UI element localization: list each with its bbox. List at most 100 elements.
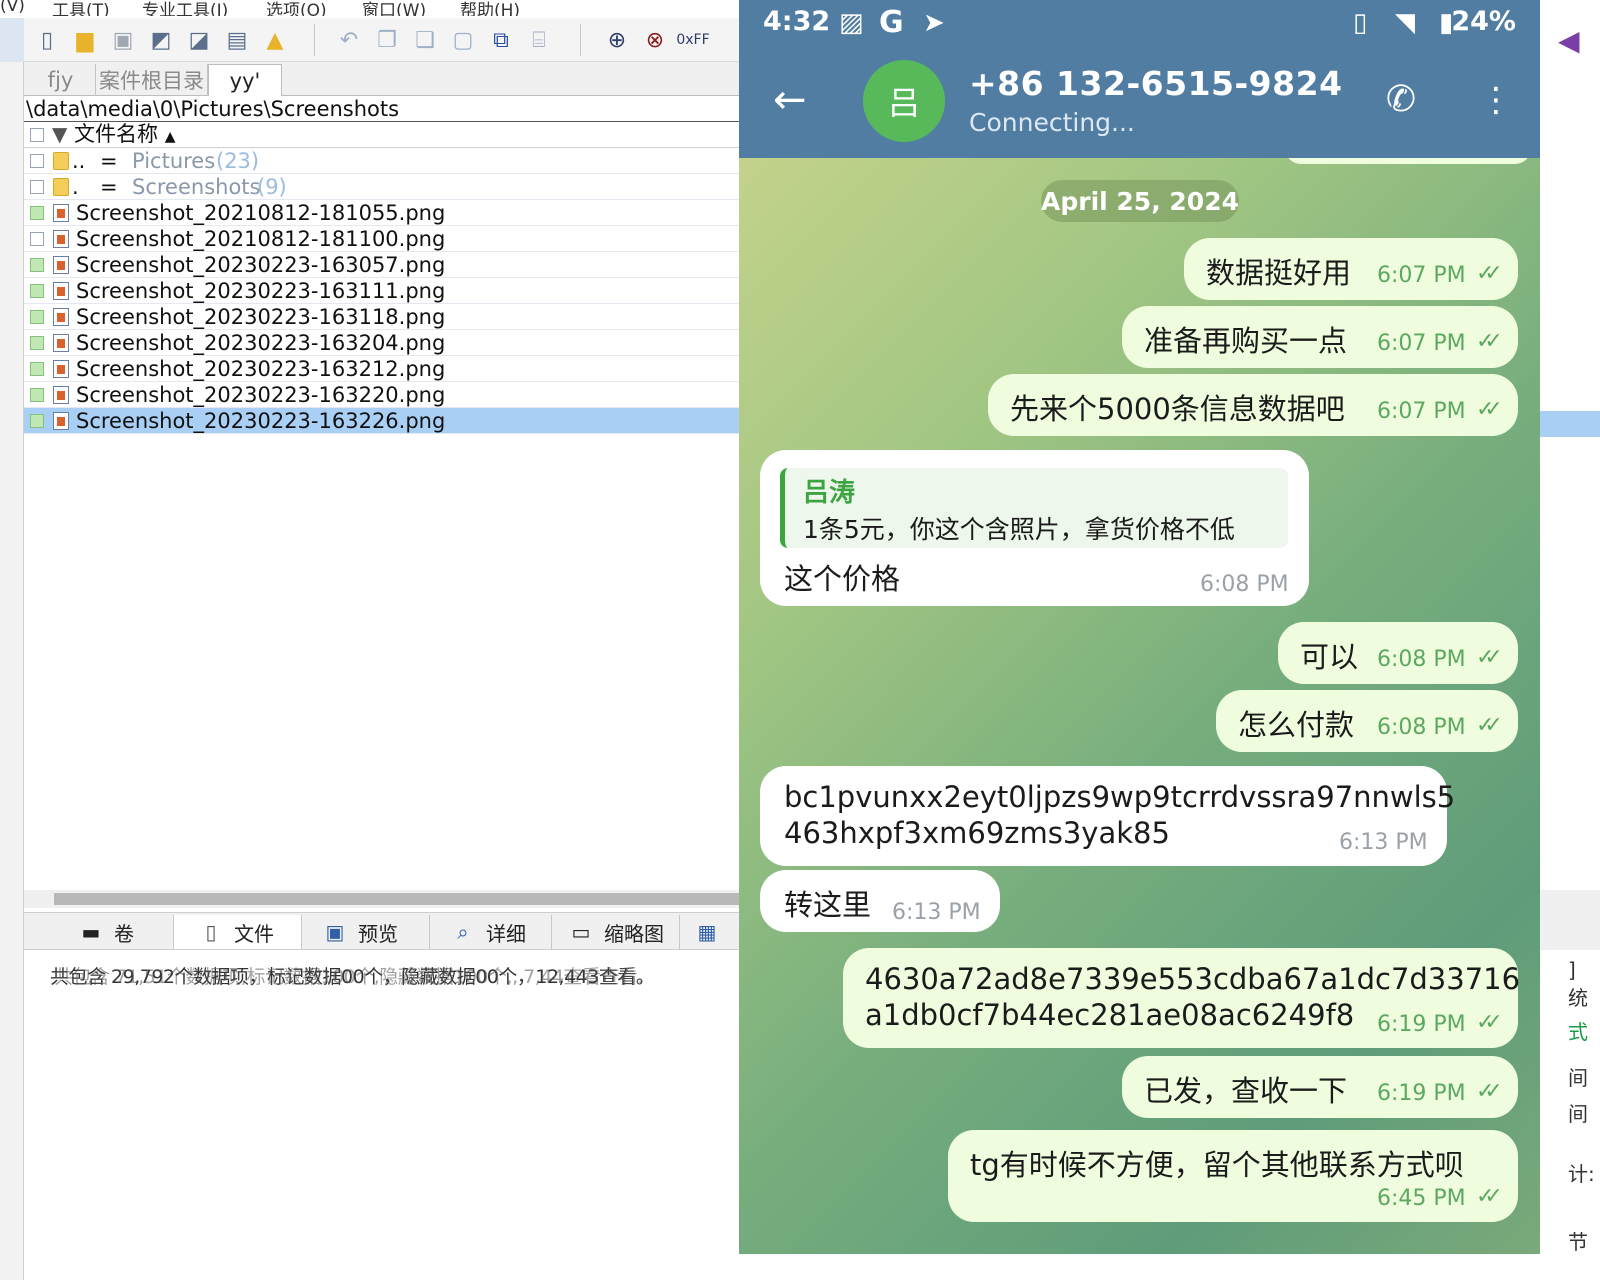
menu-view[interactable]: (V) bbox=[0, 0, 25, 16]
file-row-selected[interactable]: Screenshot_20230223-163226.png bbox=[24, 408, 754, 434]
folder-prefix: .. bbox=[72, 149, 86, 173]
undo-icon[interactable]: ↶ bbox=[334, 26, 364, 54]
row-checkbox[interactable] bbox=[30, 336, 44, 350]
row-checkbox[interactable] bbox=[30, 414, 44, 428]
menu-pro-tools[interactable]: 专业工具(I) bbox=[142, 0, 228, 16]
tab-case-root[interactable]: 案件根目录 bbox=[96, 64, 208, 96]
folder-row-current[interactable]: . = Screenshots (9) bbox=[24, 174, 754, 200]
hex-search-icon[interactable]: 0xFF bbox=[676, 26, 709, 54]
contact-name[interactable]: +86 132-6515-9824 bbox=[969, 64, 1343, 103]
file-row[interactable]: Screenshot_20230223-163118.png bbox=[24, 304, 754, 330]
phone-call-icon[interactable]: ✆ bbox=[1379, 78, 1423, 122]
folder-prefix: . bbox=[72, 175, 79, 199]
message-time: 6:07 PM bbox=[1377, 331, 1466, 356]
tab-fjy[interactable]: fjy bbox=[26, 64, 96, 96]
select-all-checkbox[interactable] bbox=[30, 128, 44, 142]
png-file-icon bbox=[53, 256, 69, 274]
tab-file[interactable]: ▯ 文件 bbox=[174, 915, 302, 949]
paste-icon[interactable]: ▢ bbox=[448, 26, 478, 54]
binary-icon[interactable]: ⌸ bbox=[524, 26, 554, 54]
file-row[interactable]: Screenshot_20230223-163220.png bbox=[24, 382, 754, 408]
file-icon: ▯ bbox=[205, 920, 217, 944]
save-icon[interactable]: ▣ bbox=[108, 26, 138, 54]
row-checkbox[interactable] bbox=[30, 362, 44, 376]
png-file-icon bbox=[53, 230, 69, 248]
open-folder-icon[interactable]: ▆ bbox=[70, 26, 100, 54]
background-window-edge: ◀ ] 统 式 间 间 计: 节 bbox=[1540, 0, 1600, 1280]
file-row[interactable]: Screenshot_20230223-163057.png bbox=[24, 252, 754, 278]
row-checkbox[interactable] bbox=[30, 284, 44, 298]
vibrate-icon: ▯ bbox=[1353, 8, 1368, 38]
bg-text-1: ] bbox=[1568, 958, 1576, 982]
file-row[interactable]: Screenshot_20210812-181055.png bbox=[24, 200, 754, 226]
message-outgoing[interactable]: 怎么付款 6:08 PM ✓✓ bbox=[1216, 690, 1518, 752]
row-checkbox[interactable] bbox=[30, 206, 44, 220]
properties-icon[interactable]: ▤ bbox=[222, 26, 252, 54]
chat-header: ← 吕 +86 132-6515-9824 Connecting... ✆ ⋮ bbox=[739, 48, 1540, 158]
message-incoming[interactable]: 转这里 6:13 PM bbox=[760, 870, 1000, 932]
row-checkbox[interactable] bbox=[30, 154, 44, 168]
read-ticks-icon: ✓✓ bbox=[1476, 329, 1503, 354]
row-checkbox[interactable] bbox=[30, 310, 44, 324]
print-icon[interactable]: ◪ bbox=[184, 26, 214, 54]
folder-name: Screenshots bbox=[132, 175, 261, 199]
message-outgoing[interactable]: tg有时候不方便，留个其他联系方式呗 6:45 PM ✓✓ bbox=[948, 1130, 1518, 1222]
tab-details[interactable]: ⌕ 详细 bbox=[430, 915, 552, 949]
search-text-icon[interactable]: ⊗ bbox=[640, 26, 670, 54]
tab-yy[interactable]: yy' bbox=[208, 64, 282, 97]
message-outgoing[interactable]: 可以 6:08 PM ✓✓ bbox=[1278, 622, 1518, 684]
menu-tools[interactable]: 工具(T) bbox=[52, 0, 110, 16]
tab-volume[interactable]: ▬ 卷 bbox=[46, 915, 174, 949]
row-checkbox[interactable] bbox=[30, 232, 44, 246]
row-checkbox[interactable] bbox=[30, 388, 44, 402]
png-file-icon bbox=[53, 282, 69, 300]
tab-file-label: 文件 bbox=[234, 921, 274, 946]
menu-window[interactable]: 窗口(W) bbox=[362, 0, 426, 16]
horizontal-scrollbar[interactable] bbox=[24, 890, 754, 908]
tab-preview[interactable]: ▣ 预览 bbox=[302, 915, 430, 949]
message-outgoing[interactable]: 4630a72ad8e7339e553cdba67a1dc7d33716 a1d… bbox=[843, 948, 1520, 1048]
tab-thumbnails[interactable]: ▭ 缩略图 bbox=[552, 915, 680, 949]
google-icon: G bbox=[879, 5, 904, 40]
chat-area[interactable]: April 25, 2024 数据挺好用 6:07 PM ✓✓ 准备再购买一点 … bbox=[739, 158, 1540, 1254]
file-row[interactable]: Screenshot_20230223-163111.png bbox=[24, 278, 754, 304]
copy-to-icon[interactable]: ❏ bbox=[410, 26, 440, 54]
file-row[interactable]: Screenshot_20230223-163204.png bbox=[24, 330, 754, 356]
new-case-icon[interactable]: ▯ bbox=[32, 26, 62, 54]
message-input-bar[interactable] bbox=[739, 1254, 1540, 1280]
row-checkbox[interactable] bbox=[30, 258, 44, 272]
message-outgoing[interactable]: 已发，查收一下 6:19 PM ✓✓ bbox=[1122, 1056, 1518, 1118]
summary-text: 共包含 29,792个数据项，标记数据00个，隐藏数据00个，12,443查看。… bbox=[50, 962, 740, 992]
menu-help[interactable]: 帮助(H) bbox=[460, 0, 520, 16]
file-row[interactable]: Screenshot_20230223-163212.png bbox=[24, 356, 754, 382]
file-row[interactable]: Screenshot_20210812-181100.png bbox=[24, 226, 754, 252]
search-icon[interactable]: ⊕ bbox=[602, 26, 632, 54]
export-icon[interactable]: ▲ bbox=[260, 26, 290, 54]
wifi-off-icon: ◥ bbox=[1395, 8, 1415, 38]
telegram-icon: ➤ bbox=[923, 8, 945, 38]
column-header-filename[interactable]: 文件名称 ▲ bbox=[74, 122, 175, 149]
message-incoming-reply[interactable]: 吕涛 1条5元，你这个含照片，拿货价格不低 这个价格 6:08 PM bbox=[760, 450, 1309, 606]
filter-icon[interactable]: ▼ bbox=[52, 122, 67, 146]
menu-options[interactable]: 选项(O) bbox=[266, 0, 327, 16]
row-checkbox[interactable] bbox=[30, 180, 44, 194]
calendar-icon: ▦ bbox=[697, 920, 717, 944]
toolbar: ▯ ▆ ▣ ◩ ◪ ▤ ▲ ↶ ❐ ❏ ▢ ⧉ ⌸ ⊕ ⊗ 0xFF bbox=[24, 18, 754, 62]
reply-quote[interactable]: 吕涛 1条5元，你这个含照片，拿货价格不低 bbox=[780, 468, 1288, 548]
message-outgoing[interactable]: 准备再购买一点 6:07 PM ✓✓ bbox=[1122, 306, 1518, 368]
message-outgoing[interactable]: 数据挺好用 6:07 PM ✓✓ bbox=[1184, 238, 1518, 300]
contact-avatar[interactable]: 吕 bbox=[863, 60, 945, 142]
copy-icon[interactable]: ❐ bbox=[372, 26, 402, 54]
message-outgoing[interactable]: 先来个5000条信息数据吧 6:07 PM ✓✓ bbox=[988, 374, 1518, 436]
compare-icon[interactable]: ⧉ bbox=[486, 26, 516, 54]
scrollbar-thumb[interactable] bbox=[54, 893, 754, 905]
folder-row-parent[interactable]: .. = Pictures (23) bbox=[24, 148, 754, 174]
disk-icon[interactable]: ◩ bbox=[146, 26, 176, 54]
back-arrow-icon[interactable]: ← bbox=[773, 78, 813, 122]
message-incoming[interactable]: bc1pvunxx2eyt0ljpzs9wp9tcrrdvssra97nnwls… bbox=[760, 766, 1455, 866]
read-ticks-icon: ✓✓ bbox=[1476, 397, 1503, 422]
tab-thumbnails-label: 缩略图 bbox=[604, 921, 664, 946]
file-name: Screenshot_20230223-163204.png bbox=[76, 331, 446, 355]
message-time: 6:13 PM bbox=[1339, 830, 1428, 855]
more-vertical-icon[interactable]: ⋮ bbox=[1479, 78, 1513, 122]
